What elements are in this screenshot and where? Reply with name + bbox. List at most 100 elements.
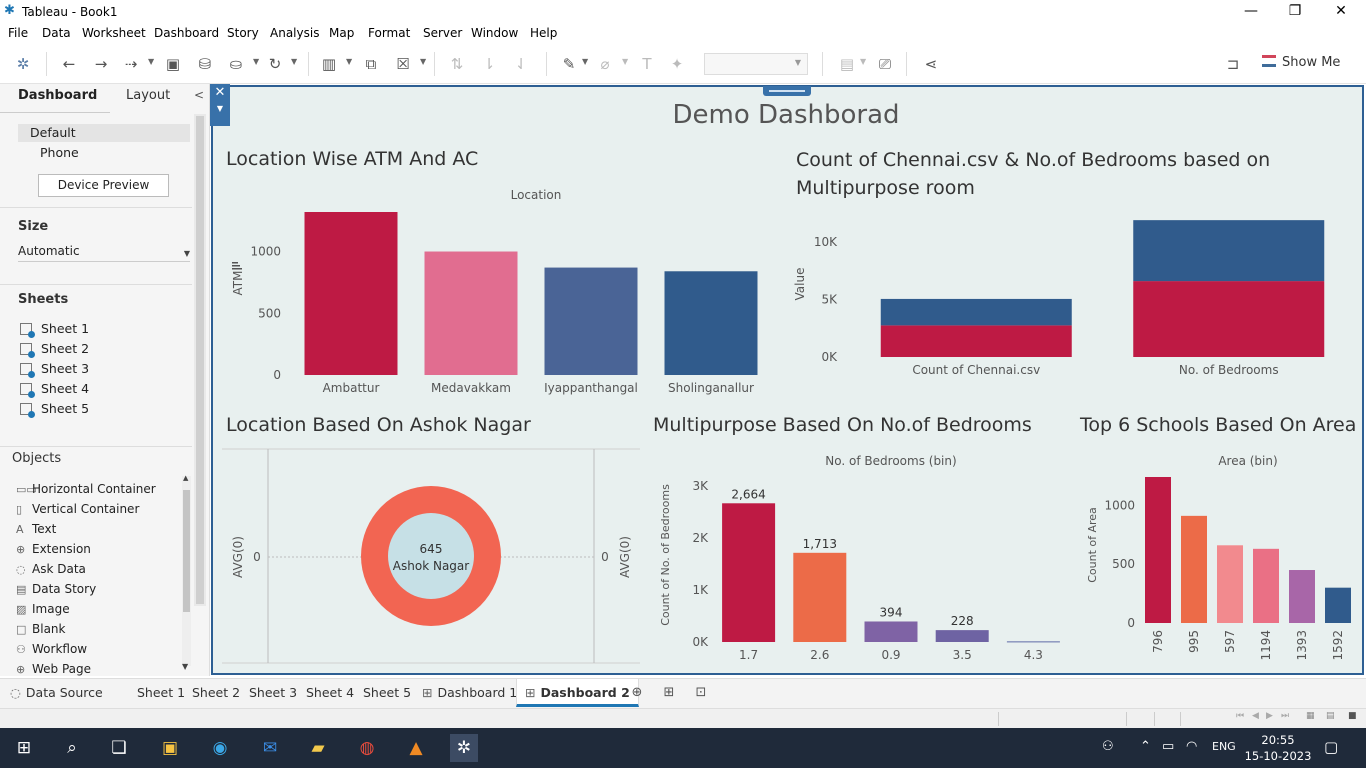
menu-worksheet[interactable]: Worksheet (82, 26, 146, 40)
bar[interactable] (1181, 515, 1207, 623)
tableau-home-icon[interactable]: ✲ (12, 53, 34, 75)
bar[interactable] (1325, 587, 1351, 623)
bar[interactable] (722, 503, 776, 642)
tab-sheet-4[interactable]: Sheet 4 (306, 679, 354, 707)
stacked-bar-chart[interactable]: Value 0K 5K 10K Count of Chennai.csv No. of… (790, 210, 1360, 385)
windows-start-icon[interactable]: ⊞ (10, 734, 38, 762)
menu-help[interactable]: Help (530, 26, 557, 40)
sheet-item-3[interactable]: Sheet 3 (20, 360, 89, 378)
fit-dropdown[interactable]: ▼ (704, 53, 808, 75)
menu-format[interactable]: Format (368, 26, 410, 40)
undo-icon[interactable]: ← (58, 53, 80, 75)
menu-analysis[interactable]: Analysis (270, 26, 319, 40)
scroll-down-icon[interactable]: ▼ (182, 662, 188, 671)
bar[interactable] (1006, 641, 1060, 643)
sheet-item-5[interactable]: Sheet 5 (20, 400, 89, 418)
tab-sheet-3[interactable]: Sheet 3 (249, 679, 297, 707)
stacked-bar-segment[interactable] (1133, 220, 1325, 282)
tab-sheet-5[interactable]: Sheet 5 (363, 679, 411, 707)
bar[interactable] (424, 251, 518, 375)
new-worksheet-icon[interactable]: ⊕ (628, 685, 646, 703)
last-page-icon[interactable]: ⏭ (1281, 711, 1289, 721)
stacked-bar-segment[interactable] (1133, 281, 1325, 357)
chrome-icon[interactable]: ◍ (353, 734, 381, 762)
sort-descending-icon[interactable]: ⇃ (510, 53, 532, 75)
replay-icon[interactable]: ⇢ (120, 53, 142, 75)
next-page-icon[interactable]: ▶ (1266, 711, 1273, 721)
grid-view-icon[interactable]: ▦ (1306, 711, 1315, 721)
object-ask-data[interactable]: ◌ Ask Data (16, 560, 86, 578)
menu-file[interactable]: File (8, 26, 28, 40)
object-web-page[interactable]: ⊕ Web Page (16, 660, 91, 676)
search-icon[interactable]: ⌕ (58, 734, 86, 762)
panel-scrollbar-thumb[interactable] (196, 116, 204, 604)
chevron-down-icon[interactable]: ▼ (148, 57, 154, 66)
object-workflow[interactable]: ⚇ Workflow (16, 640, 87, 658)
share-icon[interactable]: ⋖ (920, 53, 942, 75)
clock[interactable]: 20:55 15-10-2023 (1242, 732, 1314, 764)
fix-axes-icon[interactable]: ✦ (666, 53, 688, 75)
atm-bar-chart[interactable]: Location ATM 0 500 1000 Ambattur Medavakkam… (226, 185, 771, 400)
edge-icon[interactable]: ◉ (206, 734, 234, 762)
menu-map[interactable]: Map (329, 26, 354, 40)
bar[interactable] (1253, 548, 1279, 623)
tabs-view-icon[interactable]: ■ (1348, 711, 1357, 721)
show-me-button[interactable]: Show Me (1262, 55, 1340, 73)
bar[interactable] (793, 552, 847, 642)
battery-icon[interactable]: ▭ (1162, 739, 1174, 754)
sort-ascending-icon[interactable]: ⇂ (478, 53, 500, 75)
bar[interactable] (304, 212, 398, 375)
chevron-down-icon[interactable]: ▼ (622, 57, 628, 66)
wifi-icon[interactable]: ◠ (1186, 739, 1197, 754)
highlight-icon[interactable]: ✎ (558, 53, 580, 75)
tab-sheet-2[interactable]: Sheet 2 (192, 679, 240, 707)
new-story-icon[interactable]: ⊡ (692, 685, 710, 703)
device-phone[interactable]: Phone (40, 145, 79, 160)
sheet-item-4[interactable]: Sheet 4 (20, 380, 89, 398)
scroll-up-icon[interactable]: ▲ (183, 474, 188, 482)
object-extension[interactable]: ⊕ Extension (16, 540, 91, 558)
vlc-icon[interactable]: ▲ (402, 734, 430, 762)
device-preview-button[interactable]: Device Preview (38, 174, 169, 197)
new-worksheet-icon[interactable]: ▥ (318, 53, 340, 75)
presentation-mode-icon[interactable]: ⎚ (874, 53, 896, 75)
size-select[interactable]: Automatic ▼ (18, 242, 190, 262)
show-mark-labels-icon[interactable]: T (636, 53, 658, 75)
bedrooms-bar-chart[interactable]: No. of Bedrooms (bin) Count of No. of Be… (653, 451, 1071, 666)
language-indicator[interactable]: ENG (1212, 740, 1236, 753)
tab-sheet-1[interactable]: Sheet 1 (137, 679, 185, 707)
object-image[interactable]: ▨ Image (16, 600, 70, 618)
show-cards-icon[interactable]: ▤ (836, 53, 858, 75)
prev-page-icon[interactable]: ◀ (1252, 711, 1259, 721)
new-dashboard-icon[interactable]: ⊞ (660, 685, 678, 703)
object-horizontal-container[interactable]: ▭▭Horizontal Container (16, 480, 156, 498)
chevron-down-icon[interactable]: ▼ (860, 57, 866, 66)
menu-data[interactable]: Data (42, 26, 71, 40)
chevron-down-icon[interactable]: ▼ (291, 57, 297, 66)
bar[interactable] (664, 271, 758, 375)
bar[interactable] (1145, 477, 1171, 623)
objects-scrollbar-thumb[interactable] (183, 490, 190, 612)
donut-chart[interactable]: AVG(0) AVG(0) 0 0 645 Ashok Nagar (222, 448, 642, 665)
tableau-taskbar-icon[interactable]: ✲ (450, 734, 478, 762)
redo-icon[interactable]: → (90, 53, 112, 75)
mail-icon[interactable]: ✉ (256, 734, 284, 762)
sheet-item-2[interactable]: Sheet 2 (20, 340, 89, 358)
close-window-button[interactable]: ✕ (1318, 0, 1364, 24)
tab-data-source[interactable]: ◌ Data Source (10, 679, 103, 707)
object-text[interactable]: A Text (16, 520, 56, 538)
menu-server[interactable]: Server (423, 26, 462, 40)
stacked-bar-segment[interactable] (880, 325, 1072, 357)
chevron-down-icon[interactable]: ▼ (253, 57, 259, 66)
file-explorer-icon[interactable]: ▰ (304, 734, 332, 762)
first-page-icon[interactable]: ⏮ (1236, 711, 1244, 721)
tab-dashboard-1[interactable]: ⊞ Dashboard 1 (422, 679, 517, 707)
clear-sheet-icon[interactable]: ☒ (392, 53, 414, 75)
store-icon[interactable]: ▣ (156, 734, 184, 762)
show-hidden-icons-icon[interactable]: ⌃ (1140, 739, 1151, 754)
swap-rows-columns-icon[interactable]: ⇅ (446, 53, 468, 75)
tab-dashboard-2[interactable]: ⊞ Dashboard 2 (516, 679, 639, 707)
object-vertical-container[interactable]: ▯ Vertical Container (16, 500, 139, 518)
task-view-icon[interactable]: ❏ (105, 734, 133, 762)
new-data-source-icon[interactable]: ⛁ (194, 53, 216, 75)
